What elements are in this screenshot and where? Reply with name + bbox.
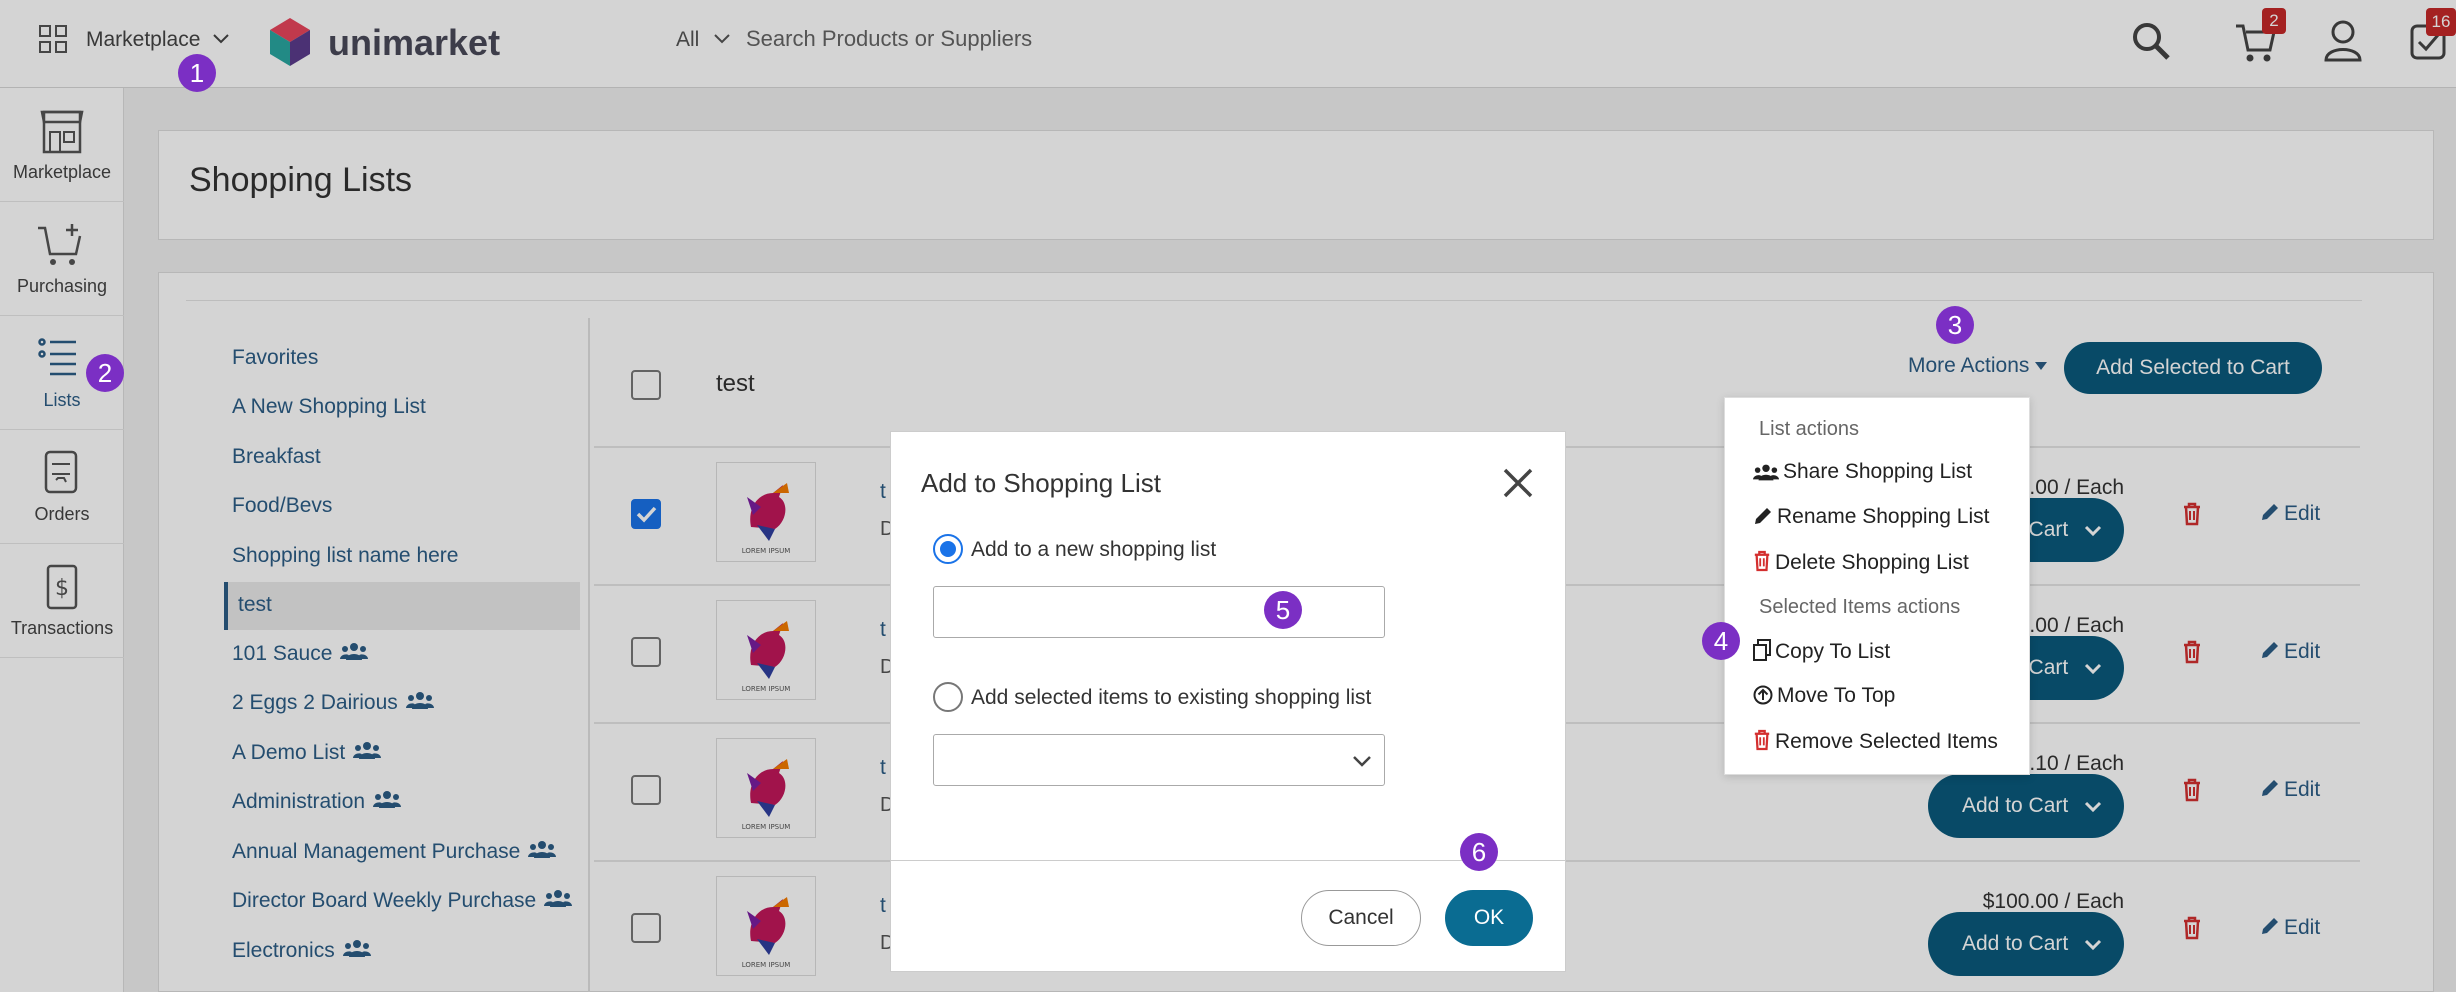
selected-items-header: Selected Items actions [1759, 596, 1961, 618]
callout-badge: 1 [178, 54, 216, 92]
arrow-circle-up-icon [1753, 685, 1773, 705]
rename-list-label: Rename Shopping List [1777, 505, 1990, 528]
callout-badge: 3 [1936, 306, 1974, 344]
new-list-name-input[interactable] [933, 586, 1385, 638]
ok-button[interactable]: OK [1445, 890, 1533, 946]
cancel-button[interactable]: Cancel [1301, 890, 1421, 946]
new-list-option-label[interactable]: Add to a new shopping list [971, 538, 1216, 562]
share-list-label: Share Shopping List [1783, 460, 1973, 483]
callout-badge: 6 [1460, 833, 1498, 871]
share-list-item[interactable]: Share Shopping List [1753, 460, 1972, 484]
list-actions-header: List actions [1759, 418, 1860, 440]
copy-icon [1753, 639, 1771, 661]
new-list-radio[interactable] [933, 534, 963, 564]
users-icon [1753, 464, 1779, 481]
callout-badge: 5 [1264, 591, 1302, 629]
move-to-top-item[interactable]: Move To Top [1753, 684, 1895, 708]
rename-list-item[interactable]: Rename Shopping List [1753, 505, 1989, 529]
existing-list-option-label[interactable]: Add selected items to existing shopping … [971, 686, 1371, 710]
callout-badge: 2 [86, 354, 124, 392]
existing-list-select[interactable] [933, 734, 1385, 786]
trash-icon [1754, 550, 1770, 572]
move-to-top-label: Move To Top [1777, 684, 1896, 707]
copy-to-list-label: Copy To List [1775, 640, 1891, 663]
callout-badge: 4 [1702, 622, 1740, 660]
pencil-icon [1755, 508, 1771, 524]
trash-icon [1754, 729, 1770, 751]
add-to-shopping-list-dialog: Add to Shopping List Add to a new shoppi… [890, 431, 1566, 972]
delete-list-item[interactable]: Delete Shopping List [1753, 550, 1969, 575]
dialog-title: Add to Shopping List [921, 468, 1161, 498]
delete-list-label: Delete Shopping List [1775, 551, 1969, 574]
remove-selected-label: Remove Selected Items [1775, 730, 1998, 753]
existing-list-radio[interactable] [933, 682, 963, 712]
chevron-down-icon [1353, 756, 1371, 767]
more-actions-dropdown: List actions Share Shopping List Rename … [1724, 397, 2030, 775]
close-icon[interactable] [1501, 466, 1535, 505]
copy-to-list-item[interactable]: Copy To List [1753, 639, 1890, 664]
remove-selected-item[interactable]: Remove Selected Items [1753, 729, 1998, 754]
